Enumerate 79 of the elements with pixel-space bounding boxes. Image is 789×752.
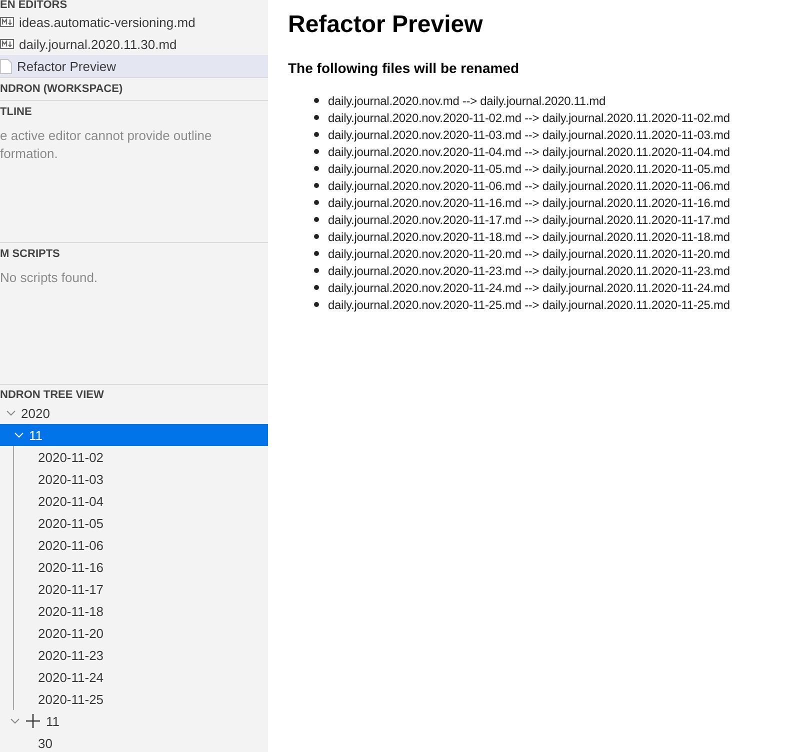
tree-item[interactable]: 2020-11-24 [0, 666, 268, 688]
bullet-icon [314, 183, 319, 188]
rename-entry: daily.journal.2020.nov.2020-11-04.md --> daily.journal.2020.11.2020-11-04.md [328, 144, 730, 158]
rename-entry: daily.journal.2020.nov.2020-11-20.md --> daily.journal.2020.11.2020-11-20.md [328, 246, 730, 260]
tree-item[interactable]: 2020-11-04 [0, 490, 268, 512]
bullet-icon [314, 166, 319, 171]
rename-entry: daily.journal.2020.nov.2020-11-03.md --> daily.journal.2020.11.2020-11-03.md [328, 128, 730, 142]
bullet-icon [314, 98, 319, 103]
rename-entry: daily.journal.2020.nov.2020-11-02.md --> daily.journal.2020.11.2020-11-02.md [328, 110, 730, 124]
tree-item[interactable]: 2020-11-20 [0, 622, 268, 644]
tree-label: 11 [46, 714, 60, 728]
message-text: formation. [0, 145, 58, 163]
file-name: ideas.automatic-versioning.md [19, 14, 196, 30]
preview-title: Refactor Preview [288, 10, 484, 40]
tree-label: 2020-11-04 [38, 494, 104, 508]
bullet-icon [314, 115, 319, 120]
open-editor-item[interactable]: ideas.automatic-versioning.md [0, 11, 268, 33]
rename-entry: daily.journal.2020.nov.2020-11-25.md --> daily.journal.2020.11.2020-11-25.md [328, 298, 730, 312]
bullet-icon [314, 149, 319, 154]
tree-item[interactable]: 2020-11-25 [0, 688, 268, 710]
file-name: daily.journal.2020.11.30.md [19, 36, 177, 52]
tree-item[interactable]: 2020-11-02 [0, 446, 268, 468]
rename-entry: daily.journal.2020.nov.2020-11-16.md --> daily.journal.2020.11.2020-11-16.md [328, 196, 730, 210]
tree-label: 2020-11-17 [38, 582, 104, 596]
tree-label: 2020-11-23 [38, 648, 104, 662]
open-editor-item[interactable]: Refactor Preview [0, 55, 268, 77]
section-header[interactable]: M SCRIPTS [0, 243, 60, 265]
bullet-icon [314, 251, 319, 256]
tree-item[interactable]: 2020-11-23 [0, 644, 268, 666]
tree-label: 2020-11-06 [38, 538, 104, 552]
bullet-icon [314, 302, 319, 307]
plus-icon [25, 713, 41, 729]
file-name: Refactor Preview [17, 58, 116, 74]
section-heading: The following files will be renamed [288, 60, 520, 76]
bullet-icon [314, 217, 319, 222]
rename-entry: daily.journal.2020.nov.2020-11-17.md --> daily.journal.2020.11.2020-11-17.md [328, 212, 730, 226]
chevron-down-icon[interactable] [10, 716, 20, 726]
chevron-down-icon[interactable] [6, 408, 16, 418]
bullet-icon [314, 285, 319, 290]
tree-item[interactable]: 30 [0, 732, 268, 752]
tree-item[interactable]: 2020-11-18 [0, 600, 268, 622]
section-header[interactable]: NDRON TREE VIEW [0, 385, 104, 402]
tree-item[interactable]: 2020-11-17 [0, 578, 268, 600]
message-text: No scripts found. [0, 269, 98, 287]
bullet-icon [314, 234, 319, 239]
tree-item[interactable]: 2020-11-03 [0, 468, 268, 490]
tree-label: 11 [29, 428, 42, 442]
bullet-icon [314, 268, 319, 273]
file-icon [0, 58, 12, 74]
message-text: e active editor cannot provide outline [0, 127, 212, 145]
section-header[interactable]: TLINE [0, 101, 32, 123]
section-header[interactable]: NDRON (WORKSPACE) [0, 78, 123, 100]
tree-label: 2020-11-02 [38, 450, 104, 464]
tree-label: 2020-11-05 [38, 516, 104, 530]
chevron-down-icon[interactable] [14, 430, 24, 440]
open-editor-item[interactable]: daily.journal.2020.11.30.md [0, 33, 268, 55]
tree-label: 2020-11-20 [38, 626, 104, 640]
tree-label: 2020-11-18 [38, 604, 104, 618]
section-header[interactable]: EN EDITORS [0, 0, 68, 11]
bullet-icon [314, 132, 319, 137]
bullet-icon [314, 200, 319, 205]
tree-item[interactable]: 11 [0, 710, 268, 732]
tree-label: 2020-11-16 [38, 560, 104, 574]
tree-label: 2020-11-03 [38, 472, 104, 486]
tree-label: 2020 [21, 406, 50, 420]
tree-label: 2020-11-25 [38, 692, 104, 706]
tree-item[interactable]: 11 [0, 424, 268, 446]
rename-entry: daily.journal.2020.nov.2020-11-05.md --> daily.journal.2020.11.2020-11-05.md [328, 162, 730, 176]
rename-entry: daily.journal.2020.nov.2020-11-24.md --> daily.journal.2020.11.2020-11-24.md [328, 280, 730, 294]
tree-item[interactable]: 2020-11-06 [0, 534, 268, 556]
tree-item[interactable]: 2020-11-16 [0, 556, 268, 578]
tree-item[interactable]: 2020-11-05 [0, 512, 268, 534]
rename-entry: daily.journal.2020.nov.2020-11-23.md --> daily.journal.2020.11.2020-11-23.md [328, 264, 730, 278]
rename-entry: daily.journal.2020.nov.2020-11-06.md --> daily.journal.2020.11.2020-11-06.md [328, 178, 730, 192]
tree-label: 30 [38, 736, 52, 750]
tree-label: 2020-11-24 [38, 670, 104, 684]
rename-entry: daily.journal.2020.nov.md --> daily.journal.2020.11.md [328, 94, 606, 108]
tree-item[interactable]: 2020 [0, 402, 268, 424]
rename-entry: daily.journal.2020.nov.2020-11-18.md --> daily.journal.2020.11.2020-11-18.md [328, 230, 730, 244]
